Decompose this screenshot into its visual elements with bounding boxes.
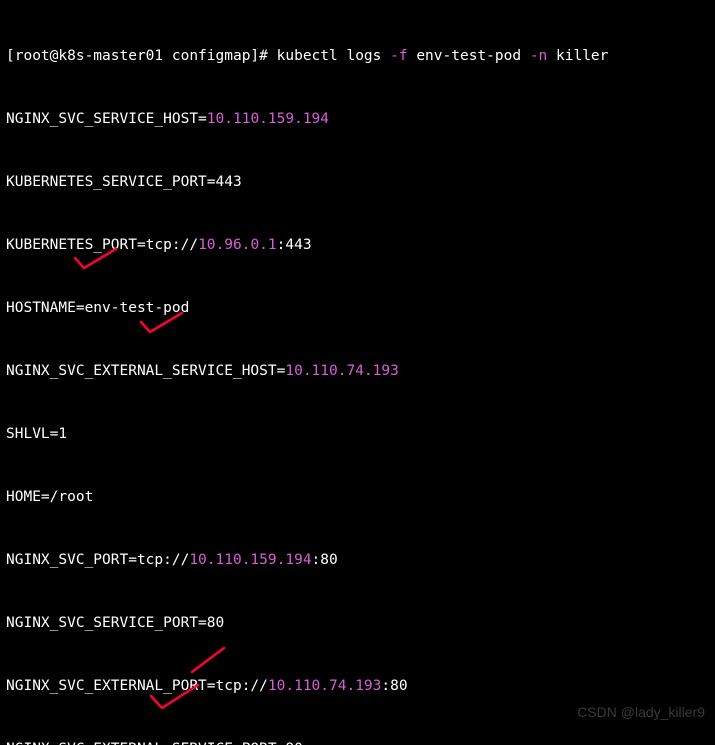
ip-value: 10.110.74.193: [268, 678, 382, 694]
env-var-line: SHLVL=1: [6, 424, 709, 445]
flag-f: -f: [390, 48, 407, 64]
ip-value: 10.96.0.1: [198, 237, 277, 253]
env-var-line: HOME=/root: [6, 487, 709, 508]
ip-value: 10.110.74.193: [285, 363, 399, 379]
namespace: killer: [547, 48, 608, 64]
env-var-line: KUBERNETES_PORT=tcp://10.96.0.1:443: [6, 235, 709, 256]
env-var-line: NGINX_SVC_EXTERNAL_PORT=tcp://10.110.74.…: [6, 676, 709, 697]
command-line: [root@k8s-master01 configmap]# kubectl l…: [6, 46, 709, 67]
kubectl-command: kubectl logs: [277, 48, 391, 64]
flag-n: -n: [530, 48, 547, 64]
terminal-output[interactable]: [root@k8s-master01 configmap]# kubectl l…: [0, 0, 715, 745]
ip-value: 10.110.159.194: [207, 111, 329, 127]
watermark-text: CSDN @lady_killer9: [577, 702, 705, 723]
env-var-line: KUBERNETES_SERVICE_PORT=443: [6, 172, 709, 193]
pod-name: env-test-pod: [408, 48, 530, 64]
ip-value: 10.110.159.194: [189, 552, 311, 568]
shell-prompt: [root@k8s-master01 configmap]#: [6, 48, 277, 64]
env-var-line: NGINX_SVC_SERVICE_HOST=10.110.159.194: [6, 109, 709, 130]
env-var-line: HOSTNAME=env-test-pod: [6, 298, 709, 319]
env-var-line: NGINX_SVC_PORT=tcp://10.110.159.194:80: [6, 550, 709, 571]
env-var-line: NGINX_SVC_EXTERNAL_SERVICE_PORT=80: [6, 739, 709, 745]
env-var-line: NGINX_SVC_EXTERNAL_SERVICE_HOST=10.110.7…: [6, 361, 709, 382]
env-var-line: NGINX_SVC_SERVICE_PORT=80: [6, 613, 709, 634]
annotation-stroke-icon: [190, 646, 230, 676]
